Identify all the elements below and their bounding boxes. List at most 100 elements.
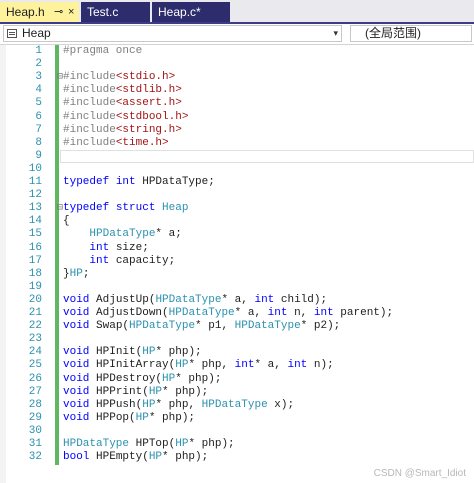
code-token: #pragma once: [63, 45, 143, 57]
code-token: #include: [63, 123, 116, 136]
line-number: 7: [35, 123, 42, 136]
code-line[interactable]: 23: [0, 333, 474, 346]
tab-heap-h[interactable]: Heap.h ⊸ ×: [0, 2, 79, 22]
scope-dropdown[interactable]: Heap ▾: [3, 25, 342, 42]
code-line[interactable]: 15 HPDataType* a;: [0, 228, 474, 241]
code-line[interactable]: 13 ⊟ typedef struct Heap: [0, 202, 474, 215]
code-token: HPDataType: [155, 293, 222, 306]
code-token: * php);: [188, 438, 235, 450]
code-token: <stdio.h>: [115, 71, 176, 84]
code-line[interactable]: 27 void HPPrint(HP* php);: [0, 386, 474, 399]
code-editor[interactable]: 1 #pragma once 2 3 ⊟ #include<stdio.h> 4 #inclu…: [0, 45, 474, 483]
code-token: Swap(: [96, 320, 130, 333]
code-line[interactable]: 32 bool HPEmpty(HP* php);: [0, 451, 474, 464]
line-number: 14: [28, 215, 42, 228]
code-line[interactable]: 8 #include<time.h>: [0, 137, 474, 150]
code-line[interactable]: 4 #include<stdlib.h>: [0, 84, 474, 97]
tab-test-c[interactable]: Test.c: [81, 2, 150, 22]
line-number: 20: [28, 293, 42, 306]
code-line[interactable]: 10: [0, 163, 474, 176]
line-number: 1: [35, 45, 42, 57]
line-number: 22: [28, 320, 42, 333]
code-line[interactable]: 17 int capacity;: [0, 255, 474, 268]
code-token: HPPrint(: [96, 385, 149, 398]
line-number: 16: [28, 241, 42, 254]
watermark: CSDN @Smart_Idiot: [373, 468, 466, 479]
code-token: #include: [63, 136, 116, 149]
code-text: #include<stdbool.h>: [63, 111, 188, 124]
code-text: HPDataType* a;: [63, 228, 181, 241]
code-line[interactable]: 18 }HP;: [0, 268, 474, 281]
scope-label: Heap: [22, 26, 51, 40]
code-token: #include: [63, 84, 116, 97]
member-label: (全局范围): [365, 26, 421, 40]
member-dropdown[interactable]: (全局范围): [350, 25, 472, 42]
code-line[interactable]: 7 #include<string.h>: [0, 124, 474, 137]
code-text: }HP;: [63, 268, 89, 281]
code-token: parent);: [340, 307, 394, 319]
code-line[interactable]: 5 #include<assert.h>: [0, 97, 474, 110]
code-token: * a,: [221, 293, 255, 306]
code-token: HP: [175, 359, 189, 372]
code-line[interactable]: 22 void Swap(HPDataType* p1, HPDataType* …: [0, 320, 474, 333]
code-token: void: [63, 398, 97, 411]
line-number: 15: [28, 228, 42, 241]
line-number: 28: [28, 398, 42, 411]
code-token: <stdlib.h>: [115, 84, 182, 97]
code-token: int: [89, 254, 116, 267]
code-text: bool HPEmpty(HP* php);: [63, 451, 208, 464]
code-line[interactable]: 2: [0, 58, 474, 71]
line-number: 10: [28, 162, 42, 175]
code-line[interactable]: 3 ⊟ #include<stdio.h>: [0, 71, 474, 84]
code-token: HP: [142, 346, 156, 359]
code-line[interactable]: 6 #include<stdbool.h>: [0, 111, 474, 124]
code-line[interactable]: 24 void HPInit(HP* php);: [0, 346, 474, 359]
chevron-down-icon[interactable]: ▾: [333, 26, 338, 41]
code-line[interactable]: 12: [0, 189, 474, 202]
code-token: <stdbool.h>: [115, 110, 189, 123]
code-token: * php);: [162, 385, 209, 398]
line-number: 18: [28, 267, 42, 280]
pin-icon[interactable]: ⊸: [54, 2, 63, 22]
code-token: #include: [63, 110, 116, 123]
code-line[interactable]: 20 void AdjustUp(HPDataType* a, int child…: [0, 294, 474, 307]
code-text: typedef struct Heap: [63, 202, 188, 215]
code-token: * php);: [148, 411, 196, 424]
code-token: * php);: [162, 451, 209, 464]
code-token: typedef: [63, 176, 116, 188]
code-line[interactable]: 28 void HPPush(HP* php, HPDataType x);: [0, 399, 474, 412]
code-line[interactable]: 29 void HPPop(HP* php);: [0, 412, 474, 425]
code-line[interactable]: 31 HPDataType HPTop(HP* php);: [0, 438, 474, 451]
code-line[interactable]: 16 int size;: [0, 242, 474, 255]
code-line[interactable]: 1 #pragma once: [0, 45, 474, 58]
tab-heap-c[interactable]: Heap.c*: [152, 2, 230, 22]
line-number: 23: [28, 333, 42, 346]
code-token: #include: [63, 97, 116, 110]
code-line[interactable]: 26 void HPDestroy(HP* php);: [0, 373, 474, 386]
code-token: capacity;: [115, 254, 176, 267]
code-token: HP: [162, 372, 176, 385]
navigation-bar: Heap ▾ (全局范围): [0, 24, 474, 45]
line-number: 5: [35, 97, 42, 110]
line-number: 4: [35, 84, 42, 97]
document-tab-strip: Heap.h ⊸ × Test.c Heap.c*: [0, 0, 474, 24]
code-token: HPPop(: [96, 411, 136, 424]
current-line-highlight: [60, 149, 474, 163]
code-token: size;: [115, 241, 149, 254]
code-line[interactable]: 25 void HPInitArray(HP* php, int* a, int …: [0, 359, 474, 372]
line-number: 26: [28, 372, 42, 385]
code-line[interactable]: 21 void AdjustDown(HPDataType* a, int n, …: [0, 307, 474, 320]
code-token: n,: [294, 307, 314, 319]
code-token: * p1,: [195, 320, 235, 333]
code-text: #include<assert.h>: [63, 97, 182, 110]
code-token: typedef: [63, 202, 116, 215]
code-line[interactable]: 11 typedef int HPDataType;: [0, 176, 474, 189]
line-number: 30: [28, 424, 42, 437]
code-line[interactable]: 9: [0, 149, 474, 163]
line-number: 25: [28, 359, 42, 372]
close-icon[interactable]: ×: [68, 2, 74, 22]
code-line[interactable]: 19: [0, 281, 474, 294]
code-line[interactable]: 14 {: [0, 215, 474, 228]
code-line[interactable]: 30: [0, 425, 474, 438]
